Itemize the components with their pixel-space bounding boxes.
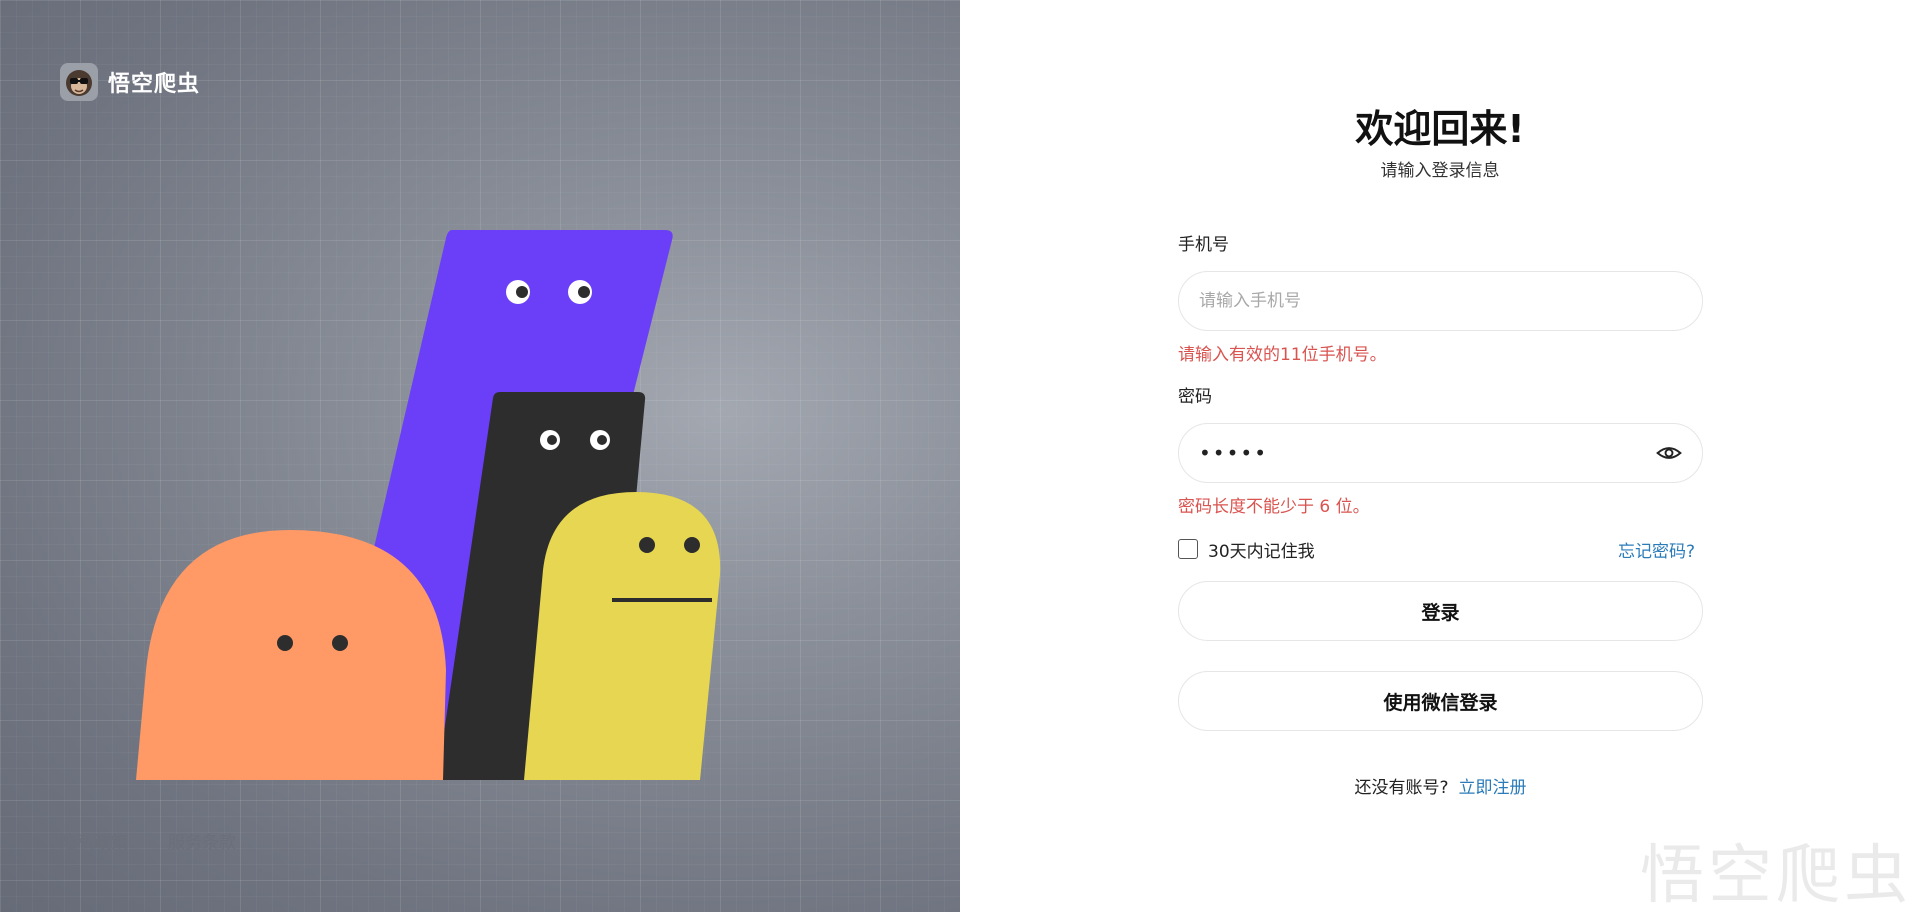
characters-illustration: [136, 230, 721, 780]
login-form: 手机号 请输入有效的11位手机号。 密码 ••••• 密码长度不能少于 6 位。…: [1178, 233, 1703, 798]
privacy-link[interactable]: 隐私政策: [60, 828, 128, 853]
left-footer: 隐私政策 服务条款: [60, 828, 236, 853]
watermark: 悟空爬虫: [1640, 839, 1912, 912]
password-field[interactable]: •••••: [1178, 423, 1703, 483]
phone-label: 手机号: [1178, 235, 1229, 255]
page-subtitle: 请输入登录信息: [1380, 161, 1500, 181]
remember-label[interactable]: 30天内记住我: [1208, 537, 1315, 562]
page-title: 欢迎回来!: [1355, 107, 1525, 151]
password-error: 密码长度不能少于 6 位。: [1178, 497, 1370, 517]
signup-row: 还没有账号? 立即注册: [1178, 773, 1703, 798]
forgot-password-link[interactable]: 忘记密码?: [1618, 537, 1695, 562]
orange-character: [136, 530, 446, 780]
phone-error: 请输入有效的11位手机号。: [1178, 345, 1387, 365]
login-button[interactable]: 登录: [1178, 581, 1703, 641]
phone-input[interactable]: [1199, 291, 1682, 311]
no-account-text: 还没有账号?: [1354, 778, 1449, 798]
login-panel: 欢迎回来! 请输入登录信息 手机号 请输入有效的11位手机号。 密码 •••••…: [960, 0, 1920, 912]
wechat-login-button[interactable]: 使用微信登录: [1178, 671, 1703, 731]
remember-row: 30天内记住我 忘记密码?: [1178, 535, 1703, 563]
password-label: 密码: [1178, 387, 1212, 407]
remember-checkbox[interactable]: [1178, 539, 1198, 559]
yellow-character: [524, 492, 721, 780]
terms-link[interactable]: 服务条款: [168, 828, 236, 853]
remember-me[interactable]: 30天内记住我: [1178, 537, 1315, 562]
signup-link[interactable]: 立即注册: [1459, 778, 1527, 798]
eye-icon[interactable]: [1656, 440, 1682, 466]
illustration-panel: 悟空爬虫 隐私政策 服务条款: [0, 0, 960, 912]
password-input[interactable]: •••••: [1199, 441, 1656, 465]
phone-field[interactable]: [1178, 271, 1703, 331]
